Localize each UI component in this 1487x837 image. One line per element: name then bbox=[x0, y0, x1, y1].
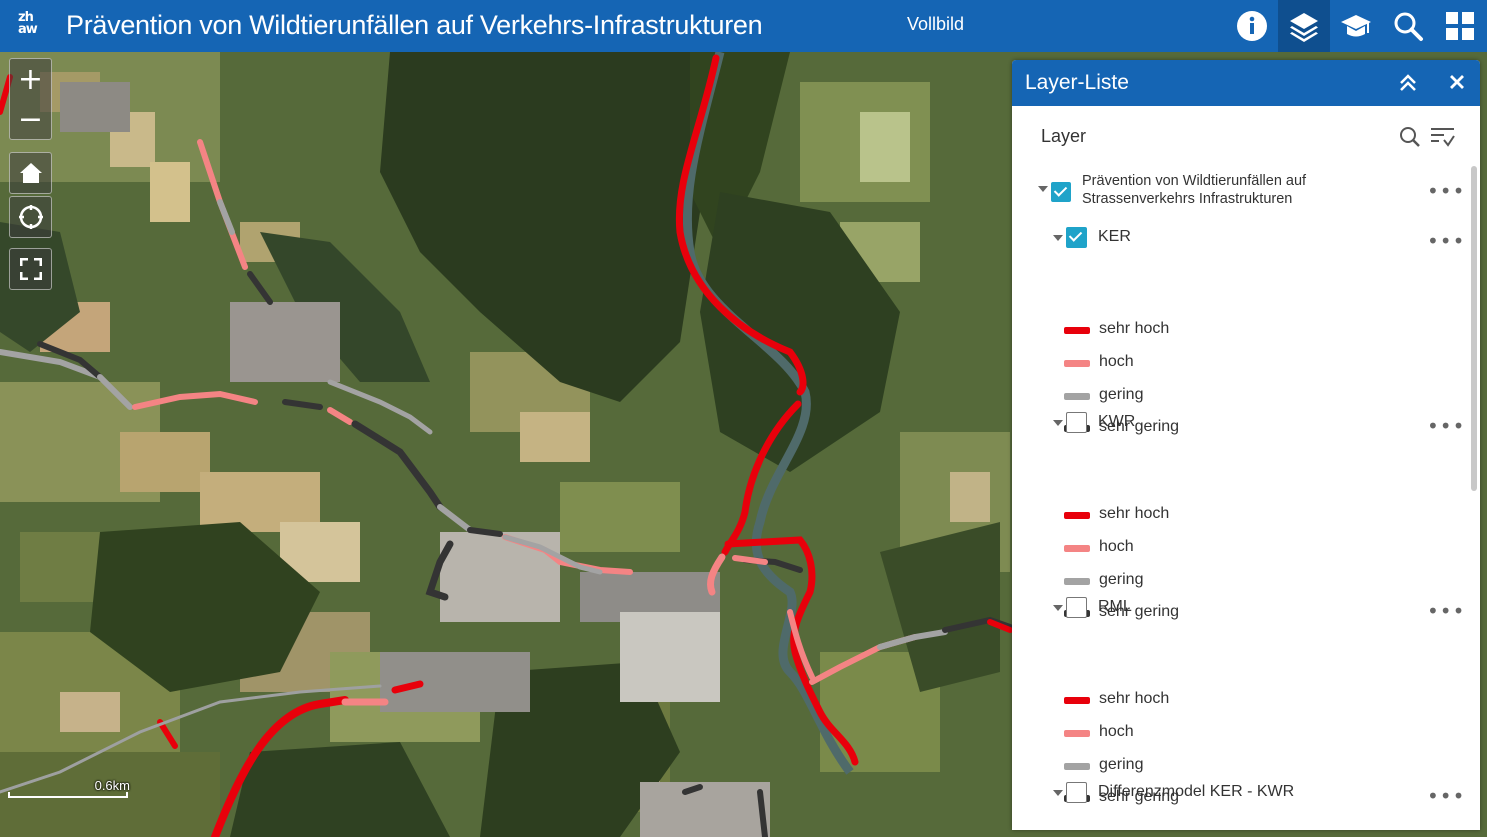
layer-name-differenzmodel: Differenzmodel KER - KWR bbox=[1098, 783, 1295, 800]
more-options-icon[interactable]: ••• bbox=[1427, 786, 1465, 806]
legend-label: hoch bbox=[1099, 538, 1134, 555]
close-panel-button[interactable] bbox=[1449, 74, 1465, 95]
layer-name-rml: RML bbox=[1098, 598, 1132, 615]
locate-button[interactable] bbox=[9, 196, 52, 238]
layer-group-row[interactable]: Prävention von Wildtierunfällen auf Stra… bbox=[1012, 172, 1467, 212]
about-button[interactable] bbox=[1330, 0, 1382, 52]
legend-label: gering bbox=[1099, 756, 1144, 773]
more-options-icon[interactable]: ••• bbox=[1427, 416, 1465, 436]
caret-down-icon[interactable] bbox=[1053, 605, 1063, 611]
layer-checkbox-kwr[interactable] bbox=[1066, 412, 1087, 433]
close-icon bbox=[1450, 75, 1464, 89]
layer-row-differenzmodel[interactable]: Differenzmodel KER - KWR ••• bbox=[1012, 779, 1467, 809]
legend-label: hoch bbox=[1099, 723, 1134, 740]
search-icon bbox=[1400, 127, 1420, 147]
panel-title: Layer-Liste bbox=[1025, 71, 1129, 94]
legend-label: gering bbox=[1099, 571, 1144, 588]
layer-row-rml[interactable]: RML ••• bbox=[1012, 594, 1467, 624]
zoom-in-button[interactable]: + bbox=[10, 59, 51, 99]
caret-down-icon[interactable] bbox=[1053, 790, 1063, 796]
layer-options-button[interactable] bbox=[1430, 126, 1456, 153]
app-header: zh aw Prävention von Wildtierunfällen au… bbox=[0, 0, 1487, 52]
legend-label: sehr hoch bbox=[1099, 505, 1170, 522]
layer-name-ker: KER bbox=[1098, 228, 1131, 245]
caret-down-icon[interactable] bbox=[1038, 186, 1048, 192]
more-options-icon[interactable]: ••• bbox=[1427, 231, 1465, 251]
more-options-icon[interactable]: ••• bbox=[1427, 181, 1465, 201]
layer-section-heading: Layer bbox=[1041, 126, 1087, 146]
legend-label: gering bbox=[1099, 386, 1144, 403]
home-icon bbox=[19, 163, 42, 183]
layer-row-ker[interactable]: KER ••• bbox=[1012, 224, 1467, 254]
layer-row-kwr[interactable]: KWR ••• bbox=[1012, 409, 1467, 439]
more-options-icon[interactable]: ••• bbox=[1427, 601, 1465, 621]
panel-header: Layer-Liste bbox=[1012, 60, 1480, 106]
scale-bar: 0.6km bbox=[8, 778, 132, 798]
legend-label: hoch bbox=[1099, 353, 1134, 370]
zoom-out-button[interactable]: − bbox=[10, 99, 51, 139]
layer-checkbox-rml[interactable] bbox=[1066, 597, 1087, 618]
layer-checkbox-differenzmodel[interactable] bbox=[1066, 782, 1087, 803]
legend-label: sehr hoch bbox=[1099, 690, 1170, 707]
logo-line-2: aw bbox=[18, 22, 38, 37]
zhaw-logo[interactable]: zh aw bbox=[18, 11, 48, 40]
layer-group-name: Prävention von Wildtierunfällen auf Stra… bbox=[1082, 173, 1307, 207]
info-icon bbox=[1237, 11, 1267, 41]
legend-swatch bbox=[1064, 578, 1090, 585]
caret-down-icon[interactable] bbox=[1053, 235, 1063, 241]
panel-scrollbar[interactable] bbox=[1471, 166, 1477, 491]
legend-swatch bbox=[1064, 327, 1090, 334]
scale-bar-label: 0.6km bbox=[94, 778, 130, 793]
grid-icon bbox=[1446, 12, 1474, 40]
legend-swatch bbox=[1064, 360, 1090, 367]
layer-group-checkbox[interactable] bbox=[1051, 182, 1071, 202]
search-icon bbox=[1394, 12, 1423, 41]
sort-filter-icon bbox=[1431, 128, 1455, 147]
collapse-panel-button[interactable] bbox=[1399, 74, 1417, 97]
widget-grid-button[interactable] bbox=[1434, 0, 1486, 52]
legend-swatch bbox=[1064, 393, 1090, 400]
graduation-cap-icon bbox=[1341, 15, 1371, 37]
home-button[interactable] bbox=[9, 152, 52, 194]
layers-icon bbox=[1290, 13, 1318, 42]
expand-icon bbox=[19, 258, 42, 280]
legend-swatch bbox=[1064, 545, 1090, 552]
legend-label: sehr hoch bbox=[1099, 320, 1170, 337]
double-chevron-up-icon bbox=[1400, 74, 1416, 91]
layer-name-kwr: KWR bbox=[1098, 413, 1136, 430]
legend-swatch bbox=[1064, 697, 1090, 704]
search-button[interactable] bbox=[1382, 0, 1434, 52]
layer-list-panel: Layer-Liste Layer Prävention von Wildtie… bbox=[1012, 60, 1480, 830]
info-button[interactable] bbox=[1226, 0, 1278, 52]
fullscreen-link[interactable]: Vollbild bbox=[907, 14, 964, 35]
legend-swatch bbox=[1064, 763, 1090, 770]
legend-swatch bbox=[1064, 730, 1090, 737]
fullscreen-map-button[interactable] bbox=[9, 248, 52, 290]
zoom-control: + − bbox=[9, 58, 52, 140]
legend-swatch bbox=[1064, 512, 1090, 519]
layer-list-button[interactable] bbox=[1278, 0, 1330, 52]
layer-search-button[interactable] bbox=[1399, 126, 1421, 153]
crosshair-icon bbox=[18, 205, 43, 229]
layer-checkbox-ker[interactable] bbox=[1066, 227, 1087, 248]
app-title: Prävention von Wildtierunfällen auf Verk… bbox=[66, 10, 763, 40]
caret-down-icon[interactable] bbox=[1053, 420, 1063, 426]
